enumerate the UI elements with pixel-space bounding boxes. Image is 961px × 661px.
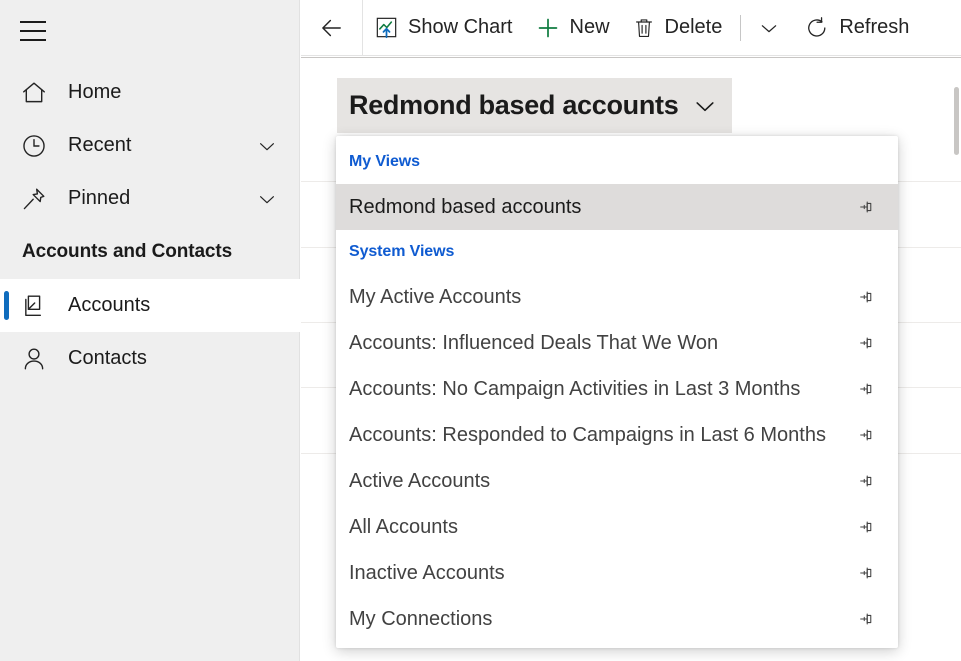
pin-icon[interactable] bbox=[854, 378, 876, 400]
sidebar-item-label: Home bbox=[68, 81, 122, 103]
pin-icon[interactable] bbox=[854, 516, 876, 538]
pin-icon[interactable] bbox=[854, 562, 876, 584]
view-option-all-accounts[interactable]: All Accounts bbox=[336, 504, 898, 550]
view-selector-flyout: My Views Redmond based accounts System V… bbox=[336, 136, 898, 648]
view-option-label: Accounts: No Campaign Activities in Last… bbox=[349, 377, 801, 400]
view-option-label: Redmond based accounts bbox=[349, 195, 582, 218]
view-option-accounts-influenced-deals-that-we-won[interactable]: Accounts: Influenced Deals That We Won bbox=[336, 320, 898, 366]
view-option-label: Accounts: Influenced Deals That We Won bbox=[349, 331, 719, 354]
refresh-icon bbox=[804, 15, 830, 41]
view-option-active-accounts[interactable]: Active Accounts bbox=[336, 458, 898, 504]
view-option-accounts-no-campaign-activities-in-last-3-months[interactable]: Accounts: No Campaign Activities in Last… bbox=[336, 366, 898, 412]
view-option-label: My Connections bbox=[349, 607, 493, 630]
command-separator bbox=[740, 14, 742, 41]
plus-icon bbox=[535, 15, 561, 41]
sidebar-item-label: Accounts bbox=[68, 294, 151, 316]
show-chart-button[interactable]: Show Chart bbox=[363, 0, 524, 56]
view-option-label: Inactive Accounts bbox=[349, 561, 505, 584]
sidebar-item-accounts[interactable]: Accounts bbox=[0, 279, 300, 332]
selection-indicator bbox=[4, 291, 9, 320]
view-option-inactive-accounts[interactable]: Inactive Accounts bbox=[336, 550, 898, 596]
view-option-accounts-responded-to-campaigns-in-last-6-months[interactable]: Accounts: Responded to Campaigns in Last… bbox=[336, 412, 898, 458]
app-root: Home Recent Pinned Accounts and Contacts… bbox=[0, 0, 961, 661]
pin-icon bbox=[20, 183, 52, 215]
chevron-down-icon[interactable] bbox=[256, 135, 278, 157]
chevron-down-icon bbox=[692, 93, 718, 119]
back-button[interactable] bbox=[301, 0, 363, 56]
grid-scrollbar[interactable] bbox=[954, 87, 959, 155]
view-option-label: Active Accounts bbox=[349, 469, 491, 492]
refresh-button[interactable]: Refresh bbox=[790, 0, 920, 56]
sidebar-item-label: Contacts bbox=[68, 347, 147, 369]
current-view-title: Redmond based accounts bbox=[349, 90, 679, 120]
sidebar-item-contacts[interactable]: Contacts bbox=[0, 332, 300, 385]
pin-icon[interactable] bbox=[854, 608, 876, 630]
flyout-group-label: My Views bbox=[349, 153, 420, 170]
sidebar-nav-list: Home Recent Pinned Accounts and Contacts… bbox=[0, 66, 300, 385]
accounts-icon bbox=[20, 290, 52, 322]
delete-label: Delete bbox=[664, 16, 723, 38]
view-selector-button[interactable]: Redmond based accounts bbox=[337, 78, 733, 133]
clock-icon bbox=[20, 130, 52, 162]
new-button[interactable]: New bbox=[524, 0, 621, 56]
sidebar: Home Recent Pinned Accounts and Contacts… bbox=[0, 0, 300, 661]
pin-icon[interactable] bbox=[854, 424, 876, 446]
pin-icon[interactable] bbox=[854, 470, 876, 492]
view-option-label: All Accounts bbox=[349, 515, 458, 538]
sidebar-item-label: Recent bbox=[68, 134, 132, 156]
chevron-down-icon[interactable] bbox=[256, 188, 278, 210]
grid-header-rule bbox=[301, 57, 961, 58]
command-bar: Show Chart New Delete Refresh bbox=[301, 0, 961, 56]
main-content: Show Chart New Delete Refresh Redmond ba… bbox=[301, 0, 961, 661]
delete-button[interactable]: Delete bbox=[621, 0, 734, 56]
refresh-label: Refresh bbox=[839, 16, 910, 38]
overflow-menu-button[interactable] bbox=[748, 0, 790, 56]
view-option-label: Accounts: Responded to Campaigns in Last… bbox=[349, 423, 826, 446]
trash-icon bbox=[632, 16, 656, 40]
person-icon bbox=[20, 343, 52, 375]
sidebar-item-recent[interactable]: Recent bbox=[0, 119, 300, 172]
pin-icon[interactable] bbox=[854, 332, 876, 354]
view-option-my-active-accounts[interactable]: My Active Accounts bbox=[336, 274, 898, 320]
hamburger-icon[interactable] bbox=[20, 18, 52, 44]
sidebar-section-title: Accounts and Contacts bbox=[22, 241, 233, 262]
sidebar-item-home[interactable]: Home bbox=[0, 66, 300, 119]
view-option-my-connections[interactable]: My Connections bbox=[336, 596, 898, 642]
view-option-redmond-based-accounts[interactable]: Redmond based accounts bbox=[336, 184, 898, 230]
flyout-group-label: System Views bbox=[349, 243, 455, 260]
home-icon bbox=[20, 77, 52, 109]
view-option-label: My Active Accounts bbox=[349, 285, 522, 308]
sidebar-item-pinned[interactable]: Pinned bbox=[0, 172, 300, 225]
chart-icon bbox=[374, 15, 399, 40]
new-label: New bbox=[569, 16, 610, 38]
show-chart-label: Show Chart bbox=[408, 16, 513, 38]
sidebar-item-label: Pinned bbox=[68, 187, 131, 209]
pin-icon[interactable] bbox=[854, 286, 876, 308]
pin-icon[interactable] bbox=[854, 196, 876, 218]
